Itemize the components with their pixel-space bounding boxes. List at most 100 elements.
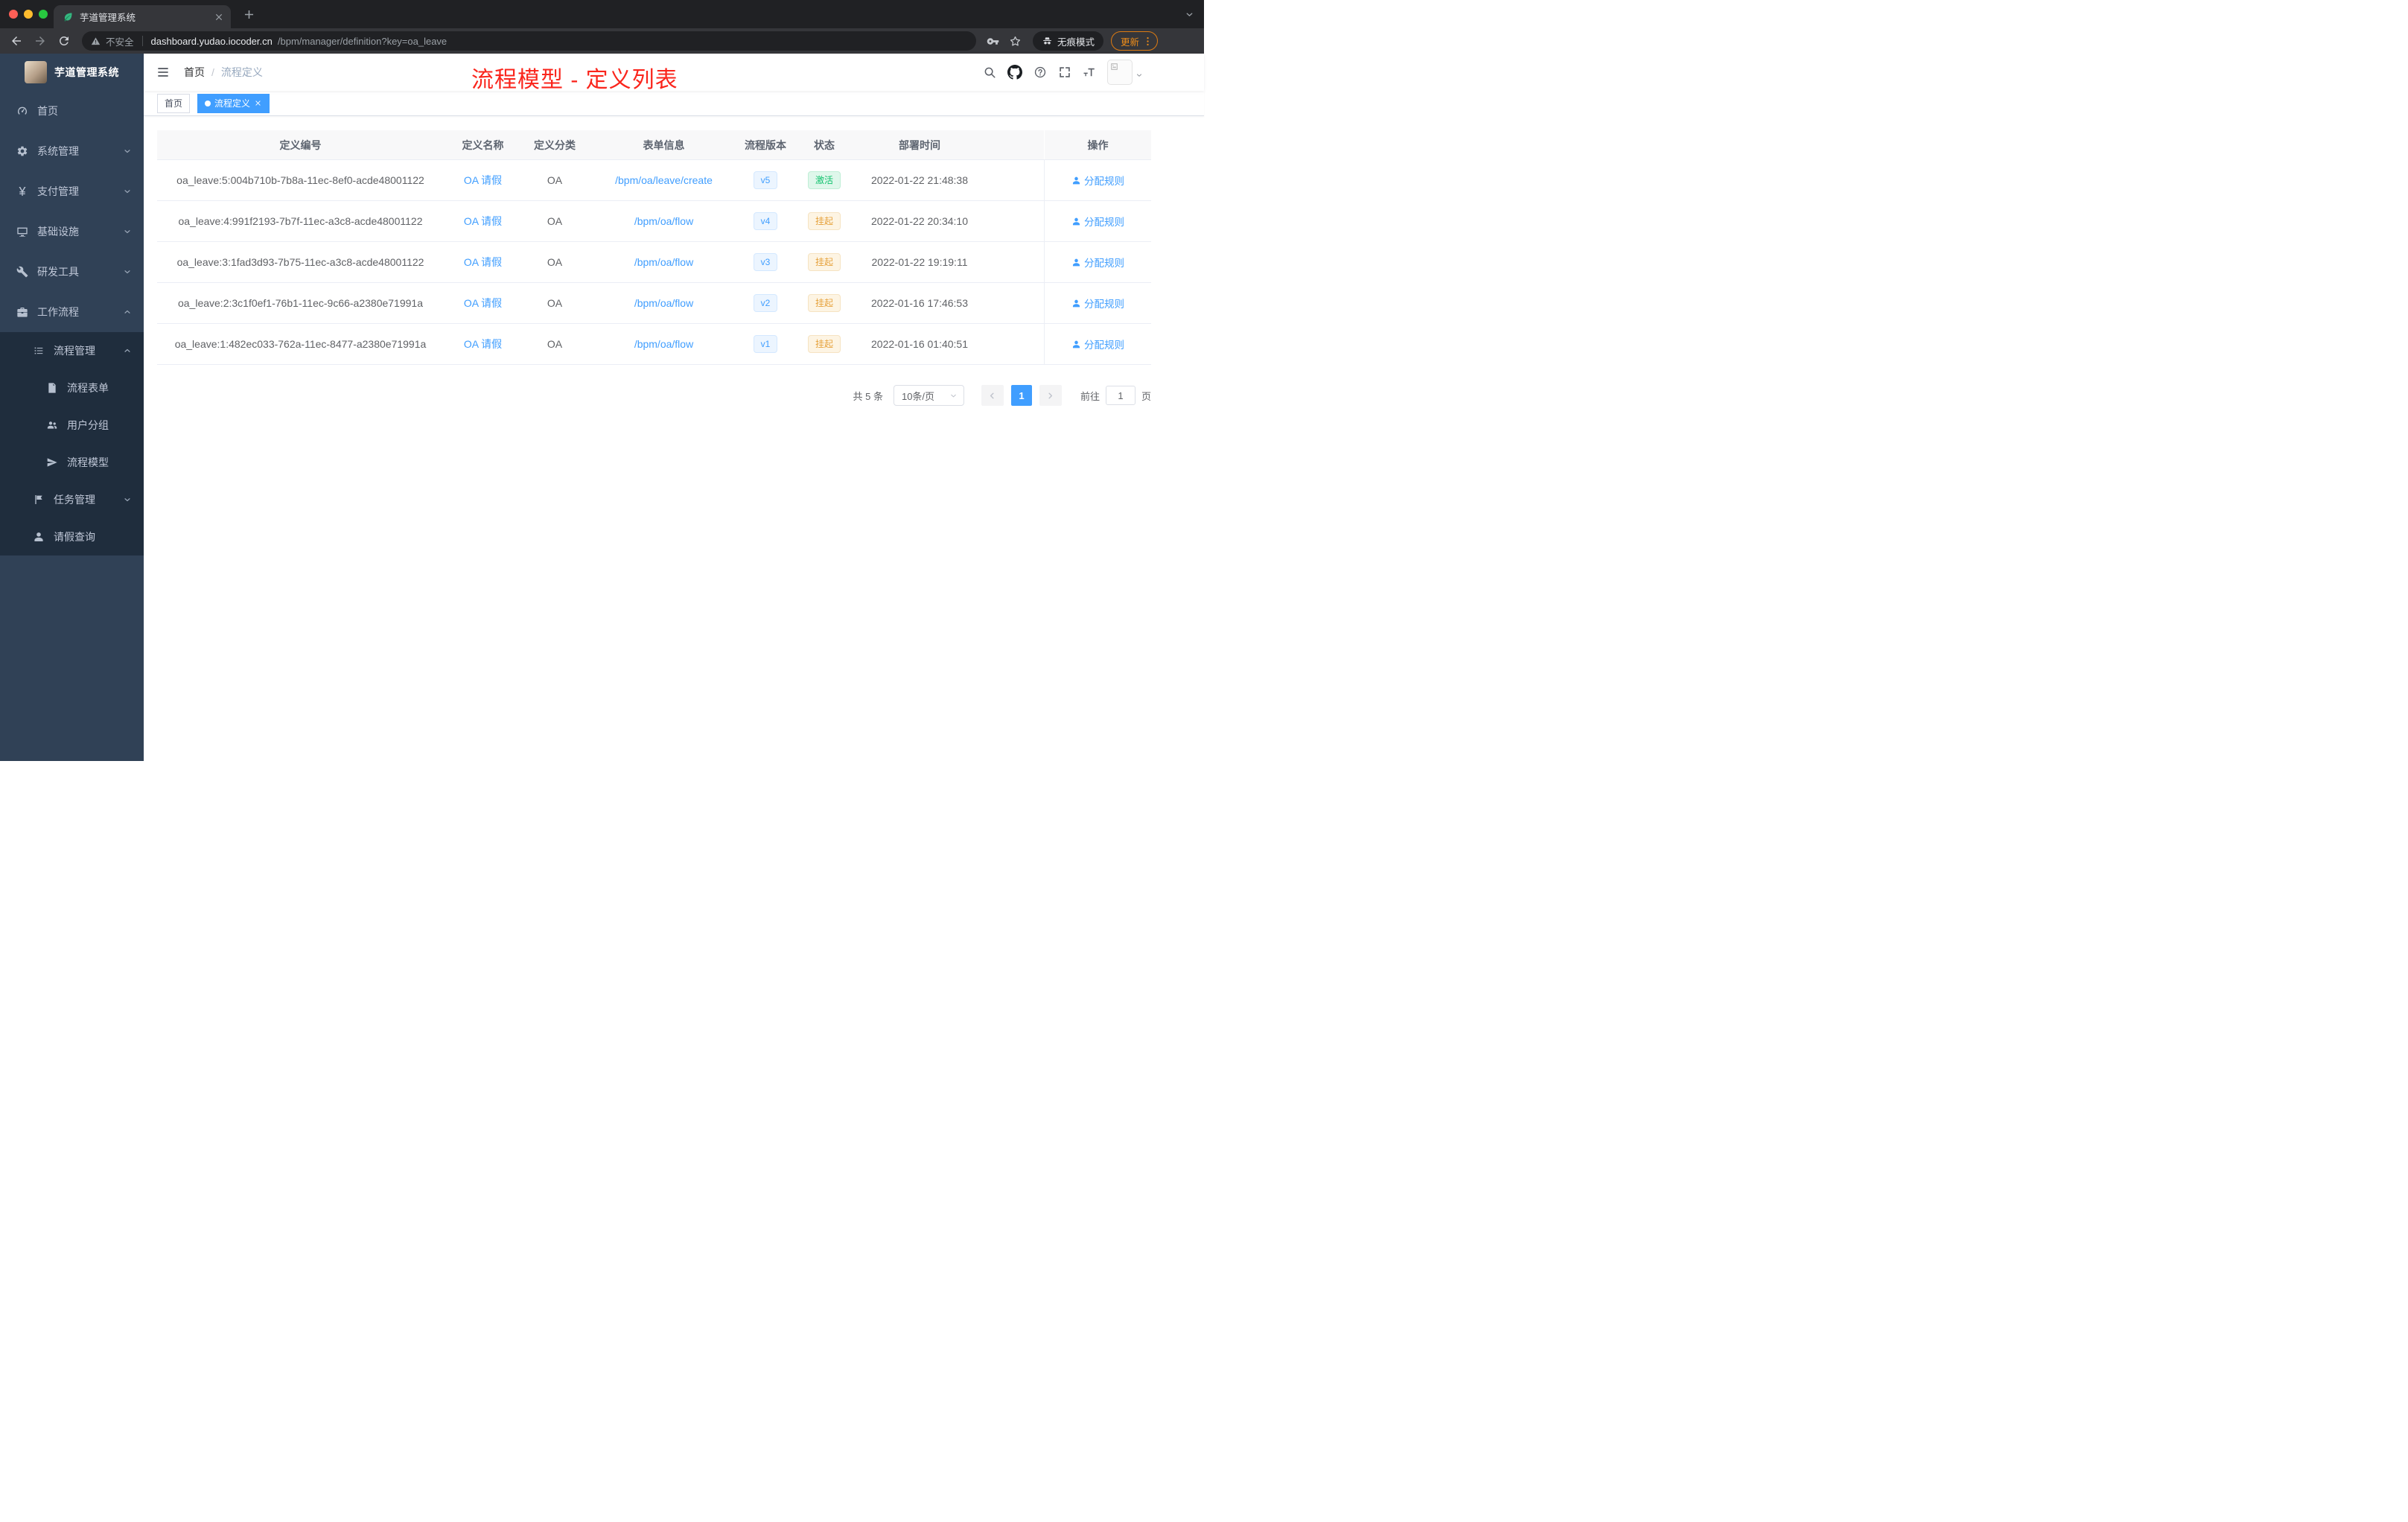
sidebar-item-workflow[interactable]: 工作流程 (0, 292, 144, 332)
sidebar-item-label: 流程模型 (67, 456, 109, 468)
address-bar[interactable]: 不安全 dashboard.yudao.iocoder.cn /bpm/mana… (82, 31, 976, 51)
status-badge: 挂起 (807, 253, 841, 271)
version-badge: v5 (753, 171, 778, 189)
paper-plane-icon (46, 456, 58, 468)
page-number-1[interactable]: 1 (1010, 385, 1032, 406)
cell-category: OA (547, 338, 563, 350)
app-title: 芋道管理系统 (54, 66, 119, 78)
cell-definition-id: oa_leave:5:004b710b-7b8a-11ec-8ef0-acde4… (176, 174, 424, 186)
cell-actions: 分配规则 (1044, 201, 1151, 241)
app-window: 芋道管理系统 首页系统管理支付管理基础设施研发工具工作流程 流程管理 流程表单用户分… (0, 54, 1204, 761)
sidebar-item-label: 用户分组 (67, 419, 109, 431)
cell-definition-name: OA 请假 (444, 283, 522, 323)
sidebar-item-label: 研发工具 (37, 266, 79, 278)
cell-deploy-time: 2022-01-16 01:40:51 (871, 338, 968, 350)
page-size-select[interactable]: 10条/页 (893, 385, 964, 406)
font-size-icon[interactable] (1083, 66, 1096, 79)
sidebar-item-payment[interactable]: 支付管理 (0, 171, 144, 211)
chevron-down-icon (1135, 71, 1143, 79)
sidebar-item-user-group[interactable]: 用户分组 (0, 407, 144, 444)
page-jump-input[interactable] (1105, 386, 1135, 405)
cell-definition-id: oa_leave:2:3c1f0ef1-76b1-11ec-9c66-a2380… (177, 297, 423, 309)
next-page-button[interactable] (1039, 385, 1062, 406)
tag-close-icon[interactable] (254, 99, 262, 107)
breadcrumb-home[interactable]: 首页 (184, 65, 205, 80)
tab-search-chevron-icon[interactable] (1185, 10, 1194, 19)
page-unit-label: 页 (1141, 390, 1151, 402)
definition-name-link[interactable]: OA 请假 (464, 337, 502, 351)
tag-home[interactable]: 首页 (157, 93, 191, 113)
sidebar-item-label: 基础设施 (37, 226, 79, 238)
form-link[interactable]: /bpm/oa/flow (634, 256, 693, 268)
tags-view: 首页 流程定义 (144, 91, 1204, 116)
url-domain: dashboard.yudao.iocoder.cn (150, 35, 273, 47)
version-badge: v1 (753, 335, 778, 353)
table-filler (981, 201, 1044, 241)
sidebar-item-process-form[interactable]: 流程表单 (0, 369, 144, 407)
sidebar-menu: 首页系统管理支付管理基础设施研发工具工作流程 流程管理 流程表单用户分组流程模型任务… (0, 91, 144, 555)
form-link[interactable]: /bpm/oa/flow (634, 215, 693, 227)
password-key-icon[interactable] (984, 32, 1002, 50)
version-badge: v3 (753, 253, 778, 271)
sidebar-item-task-management[interactable]: 任务管理 (0, 481, 144, 518)
assign-rule-link[interactable]: 分配规则 (1071, 337, 1124, 351)
back-button[interactable] (7, 31, 26, 51)
cell-version: v3 (740, 242, 791, 282)
person-icon (1071, 258, 1081, 267)
broken-image-icon (1109, 62, 1119, 71)
search-icon[interactable] (983, 66, 996, 79)
assign-rule-link[interactable]: 分配规则 (1071, 173, 1124, 188)
form-link[interactable]: /bpm/oa/flow (634, 338, 693, 350)
hamburger-menu-icon[interactable] (156, 65, 171, 80)
forward-button[interactable] (31, 31, 50, 51)
cell-category: OA (547, 215, 563, 227)
cell-version: v1 (740, 324, 791, 364)
dashboard-icon (16, 105, 28, 117)
sidebar-item-process-management[interactable]: 流程管理 (0, 332, 144, 369)
zoom-window-button[interactable] (39, 10, 48, 19)
github-icon[interactable] (1007, 65, 1022, 80)
prev-page-button[interactable] (981, 385, 1004, 406)
definition-name-link[interactable]: OA 请假 (464, 214, 502, 229)
close-window-button[interactable] (9, 10, 18, 19)
definition-name-link[interactable]: OA 请假 (464, 173, 502, 188)
sidebar-item-infrastructure[interactable]: 基础设施 (0, 211, 144, 252)
sidebar-item-leave-query[interactable]: 请假查询 (0, 518, 144, 555)
fullscreen-icon[interactable] (1058, 66, 1071, 79)
annotation-overlay: 流程模型 - 定义列表 (471, 68, 678, 92)
sidebar-item-system[interactable]: 系统管理 (0, 131, 144, 171)
update-button[interactable]: 更新 (1110, 31, 1158, 51)
definition-name-link[interactable]: OA 请假 (464, 296, 502, 311)
table-header-row: 定义编号 定义名称 定义分类 表单信息 流程版本 状态 部署时间 操作 (157, 130, 1151, 160)
form-link[interactable]: /bpm/oa/leave/create (615, 174, 713, 186)
table-filler (981, 283, 1044, 323)
form-link[interactable]: /bpm/oa/flow (634, 297, 693, 309)
sidebar-item-home[interactable]: 首页 (0, 91, 144, 131)
column-header-definition-id: 定义编号 (279, 138, 322, 151)
bookmark-star-icon[interactable] (1007, 32, 1025, 50)
user-avatar[interactable] (1107, 60, 1143, 85)
sidebar-item-label: 系统管理 (37, 145, 79, 157)
tab-close-icon[interactable] (214, 12, 224, 22)
sidebar-item-process-model[interactable]: 流程模型 (0, 444, 144, 481)
table-row: oa_leave:4:991f2193-7b7f-11ec-a3c8-acde4… (157, 201, 1151, 242)
assign-rule-link[interactable]: 分配规则 (1071, 255, 1124, 270)
active-tag-dot (205, 100, 211, 106)
person-icon (1071, 217, 1081, 226)
definition-name-link[interactable]: OA 请假 (464, 255, 502, 270)
assign-rule-link[interactable]: 分配规则 (1071, 214, 1124, 229)
browser-tab[interactable]: 芋道管理系统 (54, 5, 231, 28)
header-actions (983, 60, 1143, 85)
total-count-label: 共 5 条 (853, 390, 883, 402)
minimize-window-button[interactable] (24, 10, 33, 19)
browser-tab-strip: 芋道管理系统 (0, 0, 1204, 28)
column-header-form-info: 表单信息 (643, 138, 685, 151)
incognito-badge: 无痕模式 (1032, 31, 1103, 51)
reload-button[interactable] (54, 31, 74, 51)
sidebar-item-dev-tools[interactable]: 研发工具 (0, 252, 144, 292)
status-badge: 激活 (807, 171, 841, 189)
new-tab-button[interactable] (242, 7, 256, 22)
tag-process-definition[interactable]: 流程定义 (197, 93, 270, 113)
assign-rule-link[interactable]: 分配规则 (1071, 296, 1124, 311)
help-icon[interactable] (1033, 66, 1047, 79)
